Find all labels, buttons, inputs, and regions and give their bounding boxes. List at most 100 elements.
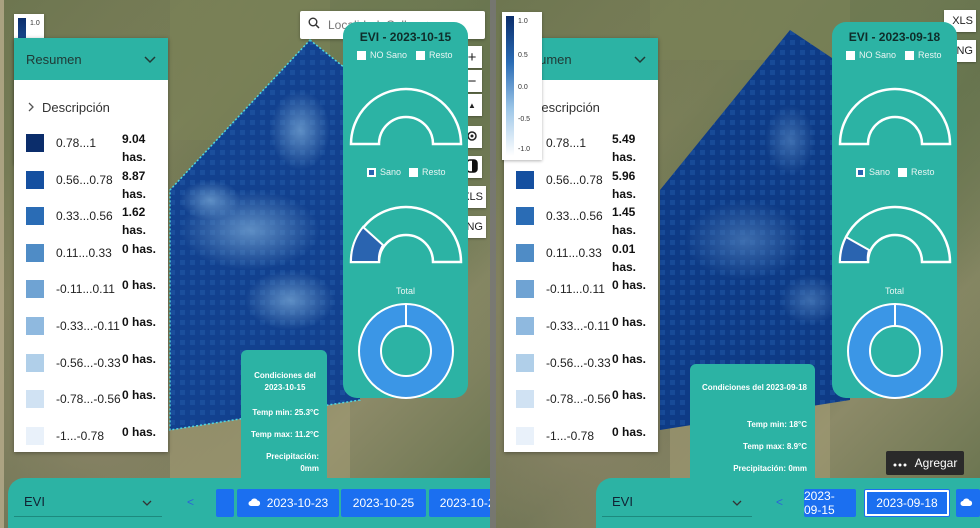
legend-row: -1...-0.78 0 has.: [516, 425, 666, 461]
legend-area: 0 has.: [122, 424, 157, 439]
evi-stats-panel: EVI - 2023-09-18 NO Sano Resto Sano Rest…: [832, 22, 957, 399]
legend-area: 0 has.: [122, 351, 157, 366]
date-button-partial[interactable]: [956, 489, 980, 517]
chevron-right-icon: [28, 100, 34, 115]
legend-resto[interactable]: Resto: [905, 50, 942, 60]
legend-swatch: [516, 170, 534, 189]
legend-no-sano[interactable]: NO Sano: [846, 50, 896, 60]
legend-range: 0.56...0.78: [546, 172, 603, 187]
no-sano-gauge: [349, 87, 463, 146]
legend-range: 0.11...0.33: [546, 245, 602, 260]
no-sano-gauge: [838, 87, 952, 146]
legend-range: -0.33...-0.11: [56, 319, 120, 333]
description-toggle[interactable]: Descripción: [14, 80, 168, 115]
legend-area: 0 has.: [612, 315, 647, 329]
date-button-selected[interactable]: 2023-09-18: [864, 489, 950, 517]
prev-dates-button[interactable]: <: [776, 495, 783, 509]
index-select[interactable]: EVI: [602, 487, 752, 517]
summary-legend: Resumen Descripción 0.78...1 9.04 has. 0.5…: [14, 38, 168, 452]
legend-area: 0 has.: [612, 424, 647, 439]
chevron-down-icon: [732, 494, 742, 509]
legend-swatch: [516, 353, 534, 372]
legend-swatch: [26, 390, 44, 409]
index-select-value: EVI: [612, 494, 633, 509]
prev-dates-button[interactable]: <: [187, 495, 194, 509]
summary-header[interactable]: Resumen: [14, 38, 168, 80]
legend-row: -0.11...0.11 0 has.: [26, 278, 176, 314]
legend-area: 0 has.: [612, 388, 647, 403]
total-label: Total: [395, 286, 415, 296]
more-horizontal-icon: [893, 456, 907, 470]
chevron-down-icon[interactable]: [144, 52, 156, 67]
legend-row: -0.11...0.11 0 has.: [516, 278, 666, 314]
legend-row: -0.33...-0.11 0 has.: [516, 315, 666, 351]
legend-row: -1...-0.78 0 has.: [26, 425, 176, 461]
legend-range: -0.78...-0.56: [546, 392, 611, 407]
legend-swatch: [516, 280, 534, 299]
add-label: Agregar: [914, 456, 958, 470]
legend-no-sano[interactable]: NO Sano: [357, 50, 407, 60]
index-select-value: EVI: [24, 494, 45, 509]
legend-sano[interactable]: Sano: [856, 167, 890, 177]
add-button[interactable]: Agregar: [886, 451, 964, 475]
temp-min: Temp min: 18°C: [747, 420, 807, 429]
legend-swatch: [26, 353, 44, 372]
legend-swatch: [516, 317, 534, 335]
legend-row: 0.33...0.56 1.45 has.: [516, 205, 666, 241]
date-button[interactable]: 2023-10-23: [237, 489, 339, 517]
colorbar-label: -0.5: [518, 116, 531, 123]
legend-area: 0 has.: [612, 278, 647, 293]
precipitation-label: Precipitación:: [266, 452, 319, 461]
date-button[interactable]: 2023-10-28: [429, 489, 490, 517]
map-pane-left[interactable]: 1.0 Resumen Descripción 0.78...1 9.04 has…: [0, 0, 490, 528]
legend-resto-2[interactable]: Resto: [898, 167, 935, 177]
date-button[interactable]: 2023-10-25: [341, 489, 426, 517]
legend-area: 5.96 has.: [612, 168, 637, 201]
cloud-icon: [248, 496, 261, 510]
legend-swatch: [26, 280, 44, 299]
legend-swatch: [26, 207, 44, 226]
date-button[interactable]: 2023-09-15: [804, 489, 856, 517]
legend-resto[interactable]: Resto: [416, 50, 453, 60]
legend-row: 0.78...1 9.04 has.: [26, 132, 176, 168]
legend-range: 0.56...0.78: [56, 172, 113, 187]
precipitation-value: 0mm: [300, 464, 319, 473]
colorbar-label: -1.0: [518, 146, 531, 153]
legend-sano[interactable]: Sano: [367, 167, 401, 177]
legend-row: 0.11...0.33 0 has.: [26, 242, 176, 278]
legend-area: 5.49 has.: [612, 132, 637, 164]
total-label: Total: [884, 286, 904, 296]
conditions-title: Condiciones del 2023-09-18: [702, 383, 807, 392]
legend-area: 0 has.: [122, 388, 157, 403]
legend-range: -0.78...-0.56: [56, 392, 121, 407]
legend-swatch: [516, 207, 534, 226]
temp-max: Temp max: 11.2°C: [251, 430, 319, 439]
legend-swatch: [516, 243, 534, 262]
date-button-partial[interactable]: [216, 489, 234, 517]
legend-swatch: [26, 317, 44, 335]
map-pane-right[interactable]: Resumen Descripción 0.78...1 5.49 has. 0.5…: [490, 0, 980, 528]
legend-area: 8.87 has.: [122, 168, 147, 201]
description-label: Descripción: [42, 100, 110, 115]
legend-row: -0.78...-0.56 0 has.: [26, 388, 176, 424]
legend-range: -0.56...-0.33: [56, 355, 121, 370]
legend-resto-2[interactable]: Resto: [409, 167, 446, 177]
sano-gauge: [838, 205, 952, 264]
weather-conditions: Condiciones del 2023-09-18 Temp min: 18°…: [690, 364, 815, 480]
legend-area: 1.62 has.: [122, 205, 147, 238]
chevron-down-icon[interactable]: [634, 52, 646, 67]
temp-max: Temp max: 8.9°C: [743, 442, 807, 451]
stats-title: EVI - 2023-10-15: [359, 30, 452, 44]
legend-swatch: [26, 243, 44, 262]
legend-area: 1.45 has.: [612, 205, 637, 238]
legend-area: 9.04 has.: [122, 132, 147, 164]
legend-range: -0.33...-0.11: [546, 319, 610, 333]
colorbar-label: 1.0: [30, 20, 40, 27]
legend-area: 0 has.: [122, 278, 157, 293]
legend-row: 0.56...0.78 5.96 has.: [516, 169, 666, 205]
index-select[interactable]: EVI: [14, 487, 162, 517]
legend-swatch: [26, 170, 44, 189]
chevron-down-icon: [142, 494, 152, 509]
legend-row: 0.33...0.56 1.62 has.: [26, 205, 176, 241]
legend-area: 0 has.: [122, 241, 157, 256]
